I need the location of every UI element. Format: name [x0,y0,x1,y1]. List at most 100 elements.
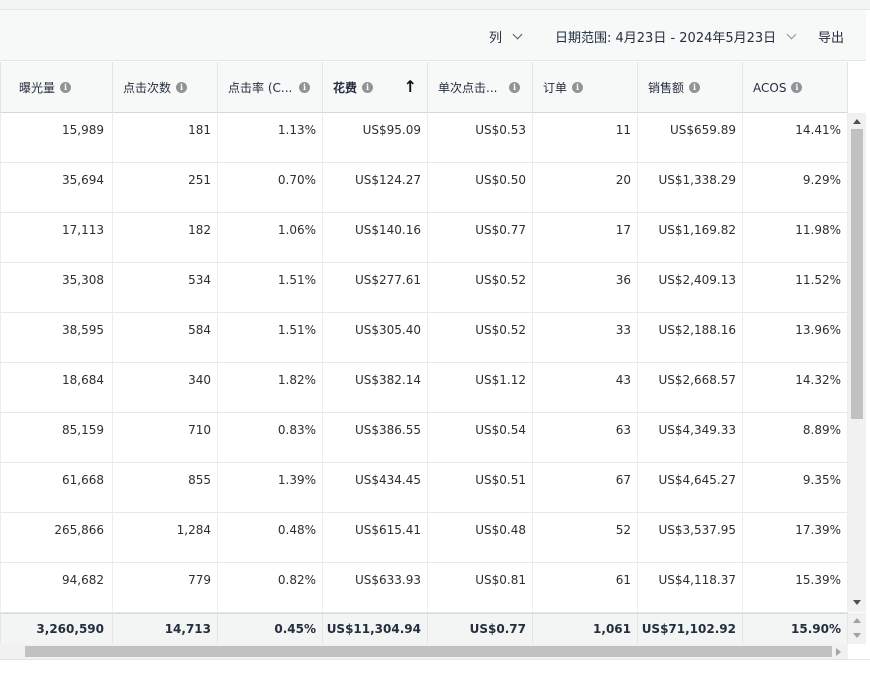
column-header-label: 点击率 (C... [228,81,293,95]
total-acos: 15.90% [743,614,848,645]
cell-ctr: 1.51% [218,313,323,363]
table-row[interactable]: 38,595 584 1.51% US$305.40 US$0.52 33 US… [0,313,848,363]
cell-spend: US$386.55 [323,413,428,463]
scroll-up-arrow-icon[interactable] [853,618,861,623]
cell-cpc: US$0.50 [428,163,533,213]
total-spend: US$11,304.94 [323,614,428,645]
page-bottom-area [0,659,870,673]
info-icon[interactable]: i [689,82,701,93]
column-header-impressions[interactable]: 曝光量 i [0,62,113,113]
scroll-down-arrow-icon[interactable] [853,633,861,638]
cell-ctr: 1.39% [218,463,323,513]
cell-ctr: 0.83% [218,413,323,463]
horizontal-scrollbar[interactable] [0,644,848,659]
column-header-label: 订单 [543,81,568,95]
date-range-picker[interactable]: 日期范围: 4月23日 - 2024年5月23日 [555,27,797,46]
cell-sales: US$4,118.37 [638,563,743,613]
cell-acos: 8.89% [743,413,848,463]
cell-orders: 36 [533,263,638,313]
cell-orders: 52 [533,513,638,563]
total-sales: US$71,102.92 [638,614,743,645]
table-row[interactable]: 17,113 182 1.06% US$140.16 US$0.77 17 US… [0,213,848,263]
table-row[interactable]: 85,159 710 0.83% US$386.55 US$0.54 63 US… [0,413,848,463]
cell-cpc: US$0.52 [428,313,533,363]
scroll-right-arrow-icon[interactable] [836,648,841,656]
cell-acos: 14.41% [743,113,848,163]
column-header-acos[interactable]: ACOS i [743,62,848,113]
table-row[interactable]: 94,682 779 0.82% US$633.93 US$0.81 61 US… [0,563,848,613]
cell-ctr: 1.13% [218,113,323,163]
cell-acos: 15.39% [743,563,848,613]
export-button[interactable]: 导出 [818,27,844,46]
cell-acos: 9.29% [743,163,848,213]
vertical-scrollbar[interactable] [848,113,866,612]
info-icon[interactable]: i [791,82,803,93]
column-header-spend[interactable]: 花费 i ↑ [323,62,428,113]
cell-sales: US$1,338.29 [638,163,743,213]
cell-orders: 67 [533,463,638,513]
cell-sales: US$2,668.57 [638,363,743,413]
cell-spend: US$633.93 [323,563,428,613]
cell-clicks: 534 [113,263,218,313]
cell-orders: 11 [533,113,638,163]
cell-spend: US$277.61 [323,263,428,313]
cell-spend: US$434.45 [323,463,428,513]
info-icon[interactable]: i [60,82,72,93]
table-row[interactable]: 61,668 855 1.39% US$434.45 US$0.51 67 US… [0,463,848,513]
cell-orders: 20 [533,163,638,213]
cell-impressions: 18,684 [0,363,113,413]
horizontal-scroll-thumb[interactable] [25,646,832,657]
cell-clicks: 855 [113,463,218,513]
info-icon[interactable]: i [509,82,520,93]
total-ctr: 0.45% [218,614,323,645]
table-row[interactable]: 35,308 534 1.51% US$277.61 US$0.52 36 US… [0,263,848,313]
column-header-clicks[interactable]: 点击次数 i [113,62,218,113]
table-row[interactable]: 18,684 340 1.82% US$382.14 US$1.12 43 US… [0,363,848,413]
columns-dropdown[interactable]: 列 [489,27,523,46]
vertical-scroll-thumb[interactable] [851,129,863,419]
column-header-ctr[interactable]: 点击率 (C... i [218,62,323,113]
table-toolbar: 列 日期范围: 4月23日 - 2024年5月23日 导出 [0,10,866,61]
cell-impressions: 94,682 [0,563,113,613]
export-label: 导出 [818,31,845,46]
cell-impressions: 35,694 [0,163,113,213]
cell-ctr: 1.82% [218,363,323,413]
info-icon[interactable]: i [572,82,584,93]
cell-spend: US$305.40 [323,313,428,363]
totals-scrollbar[interactable] [848,613,866,644]
cell-impressions: 61,668 [0,463,113,513]
cell-clicks: 710 [113,413,218,463]
info-icon[interactable]: i [299,82,310,93]
scroll-down-arrow-icon[interactable] [853,600,861,605]
cell-orders: 17 [533,213,638,263]
cell-sales: US$4,645.27 [638,463,743,513]
scroll-up-arrow-icon[interactable] [853,119,861,124]
cell-orders: 33 [533,313,638,363]
cell-ctr: 1.06% [218,213,323,263]
table-row[interactable]: 265,866 1,284 0.48% US$615.41 US$0.48 52… [0,513,848,563]
info-icon[interactable]: i [362,82,374,93]
table-body: 15,989 181 1.13% US$95.09 US$0.53 11 US$… [0,113,848,613]
date-range-label: 日期范围: 4月23日 - 2024年5月23日 [555,31,777,46]
cell-spend: US$615.41 [323,513,428,563]
info-icon[interactable]: i [176,82,188,93]
cell-acos: 13.96% [743,313,848,363]
column-header-orders[interactable]: 订单 i [533,62,638,113]
cell-acos: 11.52% [743,263,848,313]
cell-acos: 11.98% [743,213,848,263]
top-strip [0,0,870,10]
table-row[interactable]: 35,694 251 0.70% US$124.27 US$0.50 20 US… [0,163,848,213]
cell-impressions: 35,308 [0,263,113,313]
sort-ascending-icon[interactable]: ↑ [404,79,417,95]
cell-sales: US$4,349.33 [638,413,743,463]
cell-clicks: 181 [113,113,218,163]
cell-cpc: US$0.52 [428,263,533,313]
table-row[interactable]: 15,989 181 1.13% US$95.09 US$0.53 11 US$… [0,113,848,163]
columns-label: 列 [489,31,503,46]
chevron-down-icon [786,29,797,40]
column-header-cpc[interactable]: 单次点击... i [428,62,533,113]
total-cpc: US$0.77 [428,614,533,645]
total-clicks: 14,713 [113,614,218,645]
column-header-sales[interactable]: 销售额 i [638,62,743,113]
cell-clicks: 779 [113,563,218,613]
